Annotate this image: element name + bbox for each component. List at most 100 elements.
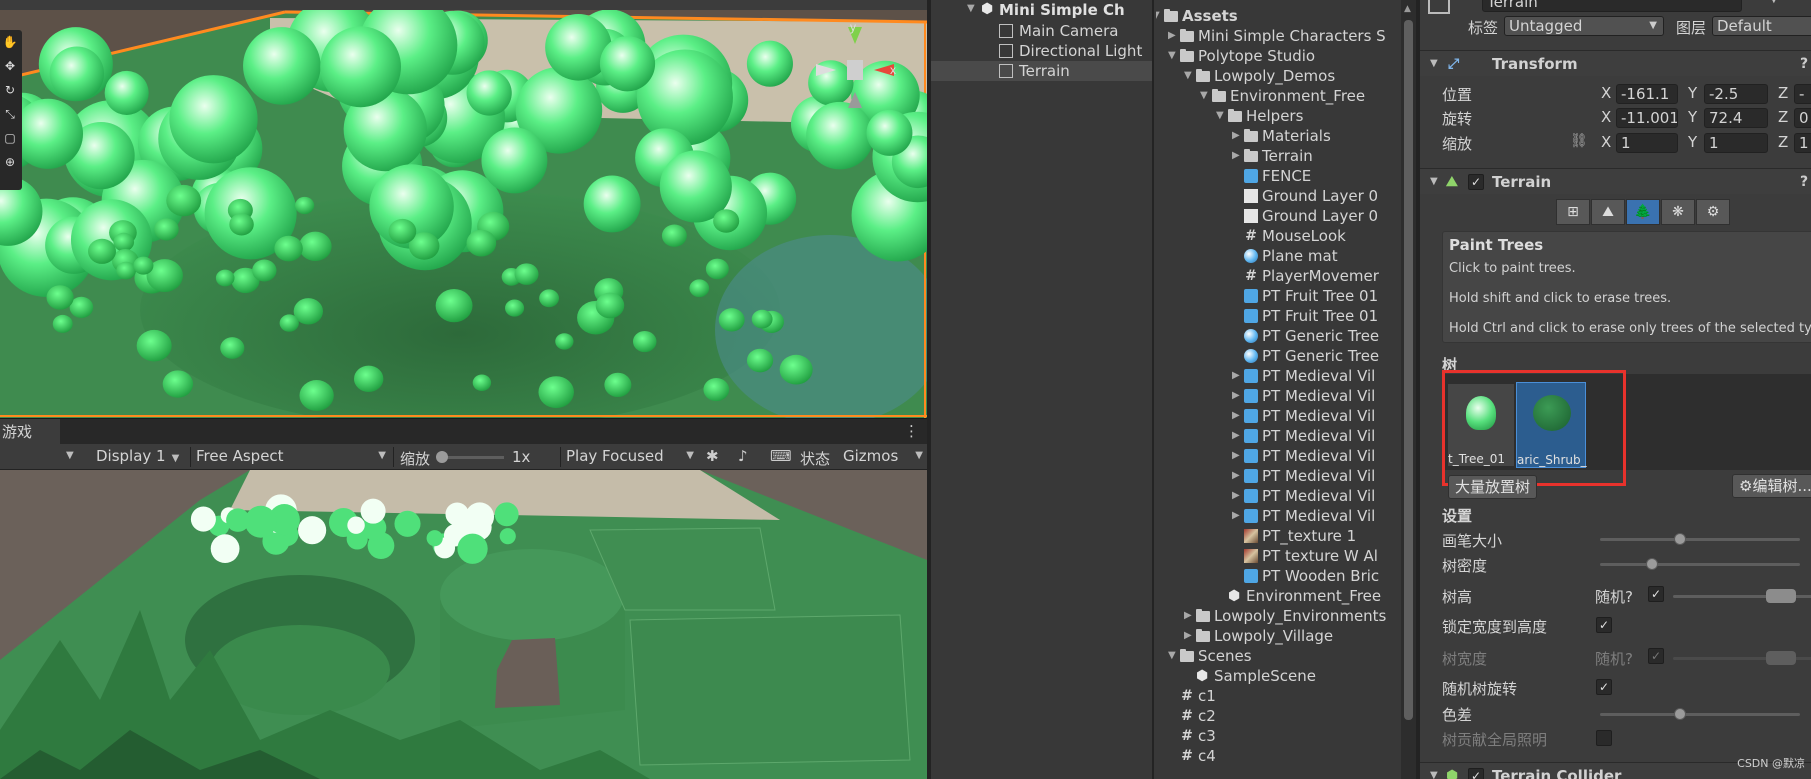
project-item[interactable]: PT Wooden Bric <box>1156 566 1401 586</box>
bug-icon[interactable]: ✱ <box>706 447 719 465</box>
expand-triangle-icon[interactable]: ▶ <box>1184 626 1192 646</box>
project-item[interactable]: # c2 <box>1156 706 1401 726</box>
rotation-y-field[interactable]: 72.4 <box>1704 108 1768 128</box>
collapse-arrow-icon[interactable]: ▼ <box>1430 763 1438 779</box>
hierarchy-scene-row[interactable]: ▼ ⬢ Mini Simple Ch ⋮ <box>967 0 1166 20</box>
expand-triangle-icon[interactable]: ▶ <box>1232 506 1240 526</box>
terrain-settings-icon[interactable]: ⚙ <box>1696 199 1730 225</box>
collapse-triangle-icon[interactable]: ▼ <box>1200 86 1208 106</box>
color-variation-slider-knob[interactable] <box>1674 708 1686 720</box>
project-item[interactable]: PT_texture 1 <box>1156 526 1401 546</box>
project-item[interactable]: # c3 <box>1156 726 1401 746</box>
project-item[interactable]: PT Fruit Tree 01 <box>1156 306 1401 326</box>
scale-tool-icon[interactable]: ⤡ <box>2 106 18 122</box>
project-item[interactable]: ▶ PT Medieval Vil <box>1156 446 1401 466</box>
lock-width-checkbox[interactable]: ✓ <box>1596 617 1612 633</box>
scale-slider-knob[interactable] <box>436 451 448 463</box>
paint-trees-icon[interactable]: 🌲 <box>1626 199 1660 225</box>
game-view[interactable] <box>0 470 927 779</box>
project-item[interactable]: ▶ PT Medieval Vil <box>1156 466 1401 486</box>
hierarchy-item[interactable]: Directional Light <box>931 41 1152 61</box>
rotation-x-field[interactable]: -11.001 <box>1616 108 1678 128</box>
expand-triangle-icon[interactable]: ▶ <box>1232 486 1240 506</box>
object-name-field[interactable]: Terrain <box>1482 0 1742 12</box>
project-item[interactable]: FENCE <box>1156 166 1401 186</box>
position-x-field[interactable]: -161.1 <box>1616 84 1678 104</box>
mass-place-trees-button[interactable]: 大量放置树 <box>1448 475 1538 499</box>
tree-height-range-handle[interactable] <box>1766 589 1796 603</box>
rotation-z-field[interactable]: 0 <box>1794 108 1811 128</box>
rotate-tool-icon[interactable]: ↻ <box>2 82 18 98</box>
project-item[interactable]: ▶ PT Medieval Vil <box>1156 486 1401 506</box>
project-item[interactable]: # c1 <box>1156 686 1401 706</box>
raise-lower-terrain-icon[interactable]: ⛰ <box>1591 199 1625 225</box>
project-item[interactable]: ▶ Mini Simple Characters S <box>1156 26 1401 46</box>
audio-icon[interactable]: ♪ <box>738 447 748 465</box>
hand-tool-icon[interactable]: ✋ <box>2 34 18 50</box>
collapse-triangle-icon[interactable]: ▼ <box>1156 6 1160 26</box>
transform-tool-icon[interactable]: ⊕ <box>2 154 18 170</box>
hierarchy-item-selected[interactable]: Terrain <box>931 61 1152 81</box>
project-item[interactable]: # c4 <box>1156 746 1401 766</box>
project-item[interactable]: ▶ Lowpoly_Village <box>1156 626 1401 646</box>
random-rotation-checkbox[interactable]: ✓ <box>1596 679 1612 695</box>
project-item[interactable]: # MouseLook <box>1156 226 1401 246</box>
expand-triangle-icon[interactable]: ▶ <box>1232 126 1240 146</box>
display-dropdown[interactable]: Display 1 ▼ <box>96 447 179 465</box>
project-item[interactable]: # PlayerMovemer <box>1156 266 1401 286</box>
project-item[interactable]: PT Generic Tree <box>1156 346 1401 366</box>
project-item[interactable]: ▼ Assets <box>1156 6 1401 26</box>
project-item[interactable]: Ground Layer 0 <box>1156 206 1401 226</box>
project-item[interactable]: ▶ PT Medieval Vil <box>1156 506 1401 526</box>
terrain-collider-enabled-checkbox[interactable]: ✓ <box>1468 768 1484 779</box>
position-z-field[interactable]: - <box>1794 84 1811 104</box>
color-variation-slider[interactable] <box>1600 713 1800 716</box>
scale-y-field[interactable]: 1 <box>1704 133 1768 153</box>
game-terrain-render[interactable] <box>0 470 927 779</box>
project-item[interactable]: ▼ Polytope Studio <box>1156 46 1401 66</box>
scroll-up-arrow-icon[interactable]: ▲ <box>1404 4 1411 14</box>
paint-details-icon[interactable]: ❋ <box>1661 199 1695 225</box>
brush-size-slider[interactable] <box>1600 538 1800 541</box>
project-item[interactable]: ▶ PT Medieval Vil <box>1156 426 1401 446</box>
tag-dropdown[interactable]: Untagged ▼ <box>1504 16 1664 36</box>
project-item[interactable]: PT Generic Tree <box>1156 326 1401 346</box>
project-item[interactable]: ▶ Lowpoly_Environments <box>1156 606 1401 626</box>
project-item[interactable]: Ground Layer 0 <box>1156 186 1401 206</box>
expand-triangle-icon[interactable]: ▶ <box>1232 406 1240 426</box>
expand-triangle-icon[interactable]: ▶ <box>1232 426 1240 446</box>
scrollbar-thumb[interactable] <box>1404 20 1413 720</box>
hierarchy-item[interactable]: Main Camera <box>931 21 1152 41</box>
keyboard-icon[interactable]: ⌨ <box>770 447 792 465</box>
collapse-triangle-icon[interactable]: ▼ <box>1216 106 1224 126</box>
collapse-triangle-icon[interactable]: ▼ <box>1184 66 1192 86</box>
scale-z-field[interactable]: 1 <box>1794 133 1811 153</box>
collapse-arrow-icon[interactable]: ▼ <box>1430 169 1438 195</box>
aspect-dropdown[interactable]: Free Aspect ▼ <box>196 447 388 465</box>
project-item[interactable]: ▼ Environment_Free <box>1156 86 1401 106</box>
project-item[interactable]: ▼ Lowpoly_Demos <box>1156 66 1401 86</box>
play-mode-dropdown[interactable]: Play Focused ▼ <box>566 447 696 465</box>
gizmos-dropdown[interactable]: Gizmos ▼ <box>843 447 925 465</box>
project-item[interactable]: Plane mat <box>1156 246 1401 266</box>
help-icon[interactable]: ? <box>1800 169 1808 195</box>
expand-triangle-icon[interactable]: ▶ <box>1232 366 1240 386</box>
collapse-triangle-icon[interactable]: ▼ <box>1168 46 1176 66</box>
layer-dropdown[interactable]: Default <box>1712 16 1811 36</box>
project-item[interactable]: ⬢ SampleScene <box>1156 666 1401 686</box>
more-options-icon[interactable]: ⋮ <box>904 422 919 440</box>
expand-triangle-icon[interactable]: ▶ <box>1168 26 1176 46</box>
expand-triangle-icon[interactable]: ▶ <box>1184 606 1192 626</box>
project-item[interactable]: ⬢ Environment_Free <box>1156 586 1401 606</box>
collapse-arrow-icon[interactable]: ▼ <box>1430 51 1438 77</box>
project-scrollbar[interactable]: ▲ <box>1401 0 1416 779</box>
stats-button[interactable]: 状态 <box>800 448 830 469</box>
game-view-dropdown-arrow[interactable]: ▼ <box>66 450 74 461</box>
project-item[interactable]: ▶ Terrain <box>1156 146 1401 166</box>
tree-height-random-checkbox[interactable]: ✓ <box>1648 586 1664 602</box>
expand-triangle-icon[interactable]: ▶ <box>1232 386 1240 406</box>
project-item[interactable]: ▶ Materials <box>1156 126 1401 146</box>
link-scale-icon[interactable]: ⛓ <box>1570 133 1588 149</box>
terrain-enabled-checkbox[interactable]: ✓ <box>1468 174 1484 190</box>
scene-view[interactable]: ✋ ✥ ↻ ⤡ ▢ ⊕ y x <box>0 0 927 418</box>
